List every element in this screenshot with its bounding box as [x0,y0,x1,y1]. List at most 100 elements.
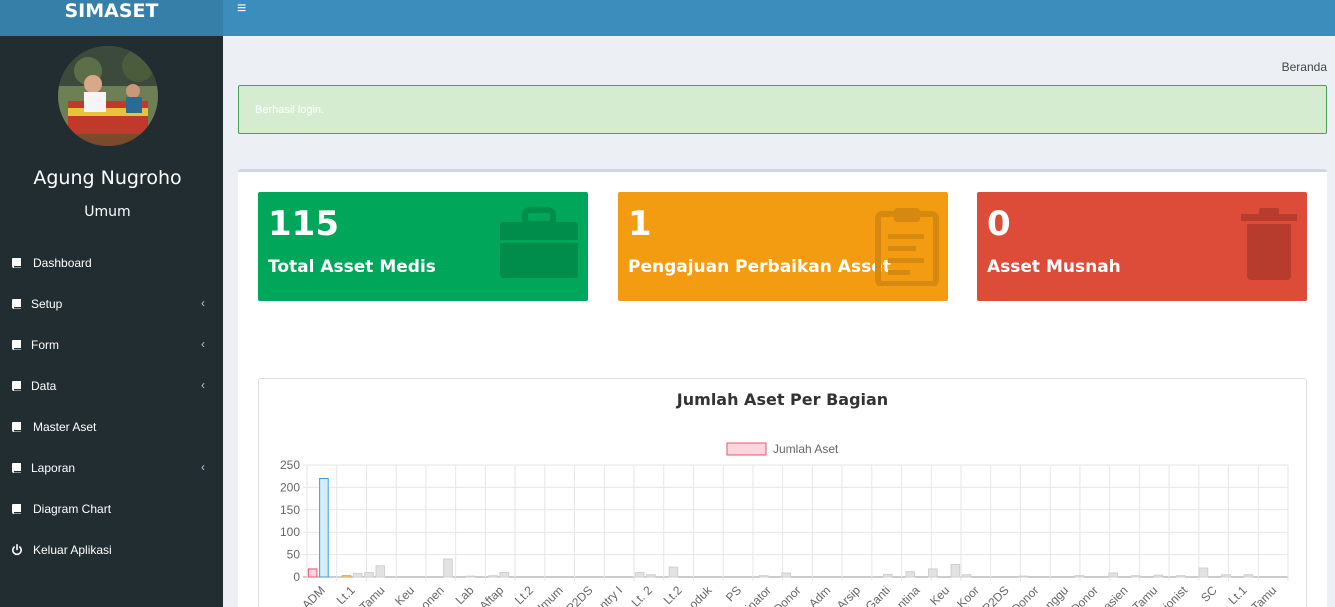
tile-pengajuan-perbaikan[interactable]: 1 Pengajuan Perbaikan Asset [618,192,948,301]
x-tick-label: Lt.1 [334,583,358,607]
x-tick-label: Umum [531,583,566,607]
legend-label: Jumlah Aset [773,442,839,456]
x-tick-label: Lt.2 [512,583,536,607]
x-tick-label: Ganti [863,583,893,607]
y-tick-label: 150 [280,503,300,517]
x-tick-label: Tamu [357,583,388,607]
bar [307,568,318,578]
sidebar-item-keluar[interactable]: Keluar Aplikasi [0,529,223,570]
bar [443,558,453,578]
tile-label: Asset Musnah [987,257,1121,277]
x-tick-label: Donor [1068,583,1101,607]
app-logo[interactable]: SIMASET [0,0,223,36]
x-tick-label: nggu [1042,583,1071,607]
x-tick-label: Tamu [1130,583,1161,607]
sidebar-item-label: Master Aset [33,419,97,434]
top-navbar: ≡ [223,0,1335,36]
tile-label: Total Asset Medis [268,257,436,277]
bar [341,575,352,578]
clipboard-icon [875,208,939,286]
sidebar-item-form[interactable]: Form ‹ [0,324,223,365]
user-role: Umum [84,204,131,220]
bar [465,575,476,578]
success-alert: Berhasil login. [238,85,1327,134]
x-tick-label: Donor [771,583,804,607]
menu-toggle-icon[interactable]: ≡ [237,1,246,17]
bar [950,563,961,578]
chevron-left-icon: ‹ [201,296,205,310]
breadcrumb[interactable]: Beranda [1282,60,1327,74]
x-tick-label: Adm [806,583,833,607]
bar [1198,567,1209,578]
tile-value: 0 [987,204,1011,244]
bar [882,573,893,578]
x-tick-label: Donor [1008,583,1041,607]
bar [905,571,916,578]
sidebar: Agung Nugroho Umum Dashboard Setup ‹ For… [0,36,223,607]
bar [961,574,972,578]
x-tick-label: Lt.1 [1225,583,1249,607]
book-icon [11,339,27,350]
sidebar-item-label: Data [31,378,57,393]
x-tick-label: ADM [299,583,328,607]
sidebar-item-label: Dashboard [33,255,92,270]
bar [1018,575,1028,578]
x-tick-label: P2DS [980,583,1012,607]
trash-icon [1241,208,1297,280]
x-tick-label: Arsip [834,583,863,607]
x-tick-label: asien [1100,583,1130,607]
briefcase-icon [500,207,578,278]
bar [499,572,510,578]
legend-swatch [726,442,767,456]
x-tick-label: Koor [954,583,982,607]
bar [1221,574,1231,578]
bar [375,565,386,578]
chevron-left-icon: ‹ [201,337,205,351]
book-icon [11,421,27,432]
y-tick-label: 100 [280,525,300,539]
bar [1153,574,1164,578]
x-tick-label: inator [743,583,774,607]
y-tick-label: 200 [280,480,300,494]
sidebar-menu: Dashboard Setup ‹ Form ‹ Data ‹ Master A… [0,242,223,570]
avatar [58,46,158,146]
tile-value: 1 [628,204,652,244]
sidebar-item-data[interactable]: Data ‹ [0,365,223,406]
bar [928,568,938,578]
x-tick-label: Keu [392,583,417,607]
book-icon [11,462,27,473]
sidebar-item-dashboard[interactable]: Dashboard [0,242,223,283]
sidebar-item-laporan[interactable]: Laporan ‹ [0,447,223,488]
bar [1074,575,1085,578]
sidebar-item-setup[interactable]: Setup ‹ [0,283,223,324]
book-icon [11,298,27,309]
x-tick-label: PS [723,583,744,604]
x-tick-label: SC [1198,583,1220,605]
y-tick-label: 0 [293,570,300,584]
bar [1130,575,1141,578]
x-tick-label: Aftap [477,583,507,607]
bar [319,477,329,578]
bar [634,572,645,578]
x-tick-label: Keu [927,583,952,607]
x-tick-label: onen [418,583,447,607]
book-icon [11,257,27,268]
bar-chart: Jumlah Aset250200150100500ADM Lt.1 Tamu Keu… [280,442,1289,607]
sidebar-item-master-aset[interactable]: Master Aset [0,406,223,447]
x-tick-label: ntry I [596,583,625,607]
chevron-left-icon: ‹ [201,460,205,474]
bar [488,575,498,578]
tile-value: 115 [268,204,339,244]
book-icon [11,380,27,391]
chart-panel: Jumlah Aset Per Bagian Jumlah Aset 250 200… [258,378,1307,607]
sidebar-item-label: Diagram Chart [33,501,112,516]
bar [758,575,769,578]
sidebar-item-label: Setup [31,296,63,311]
bar [364,572,374,578]
x-tick-label: sionist [1156,583,1190,607]
tile-asset-musnah[interactable]: 0 Asset Musnah [977,192,1307,301]
sidebar-item-label: Laporan [31,460,76,475]
user-name: Agung Nugroho [33,167,182,189]
sidebar-item-diagram-chart[interactable]: Diagram Chart [0,488,223,529]
tile-total-asset[interactable]: 115 Total Asset Medis [258,192,588,301]
